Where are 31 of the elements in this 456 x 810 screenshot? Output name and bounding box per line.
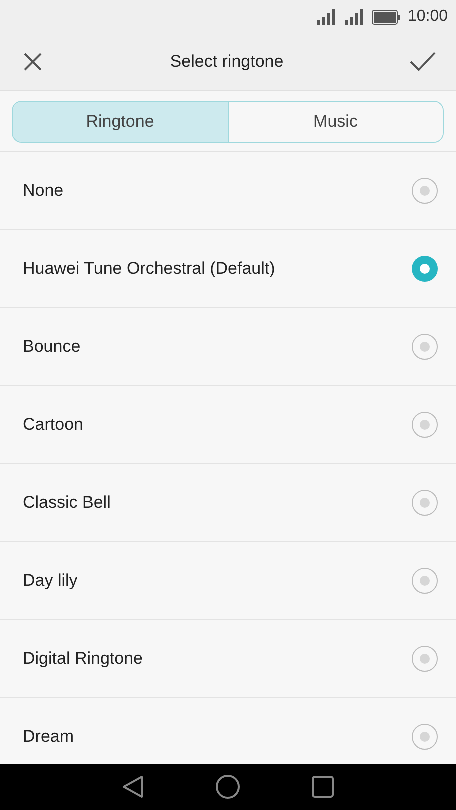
ringtone-name: Cartoon	[23, 414, 84, 434]
radio-button[interactable]	[412, 412, 438, 438]
radio-button[interactable]	[412, 256, 438, 282]
radio-button[interactable]	[412, 724, 438, 750]
triangle-icon	[122, 775, 144, 799]
home-button[interactable]	[216, 775, 240, 799]
radio-button[interactable]	[412, 178, 438, 204]
close-icon	[22, 51, 44, 73]
square-icon	[312, 776, 334, 798]
check-icon	[410, 51, 436, 73]
ringtone-name: Classic Bell	[23, 492, 111, 512]
ringtone-name: Dream	[23, 726, 74, 746]
radio-button[interactable]	[412, 568, 438, 594]
ringtone-name: Huawei Tune Orchestral (Default)	[23, 258, 276, 278]
tab[interactable]: Music	[228, 102, 443, 142]
ringtone-name: Bounce	[23, 336, 81, 356]
ringtone-name: Day lily	[23, 570, 78, 590]
radio-button[interactable]	[412, 334, 438, 360]
circle-icon	[216, 775, 240, 799]
recents-button[interactable]	[312, 776, 334, 798]
tab[interactable]: Ringtone	[13, 102, 228, 142]
back-button[interactable]	[122, 775, 144, 799]
ringtone-name: Digital Ringtone	[23, 648, 144, 668]
signal-icon	[316, 9, 336, 25]
screen-title: Select ringtone	[170, 52, 284, 72]
radio-button[interactable]	[412, 646, 438, 672]
signal-icon	[344, 9, 364, 25]
status-time: 10:00	[408, 8, 448, 26]
battery-icon	[372, 10, 400, 24]
ringtone-name: None	[23, 180, 64, 200]
radio-button[interactable]	[412, 490, 438, 516]
